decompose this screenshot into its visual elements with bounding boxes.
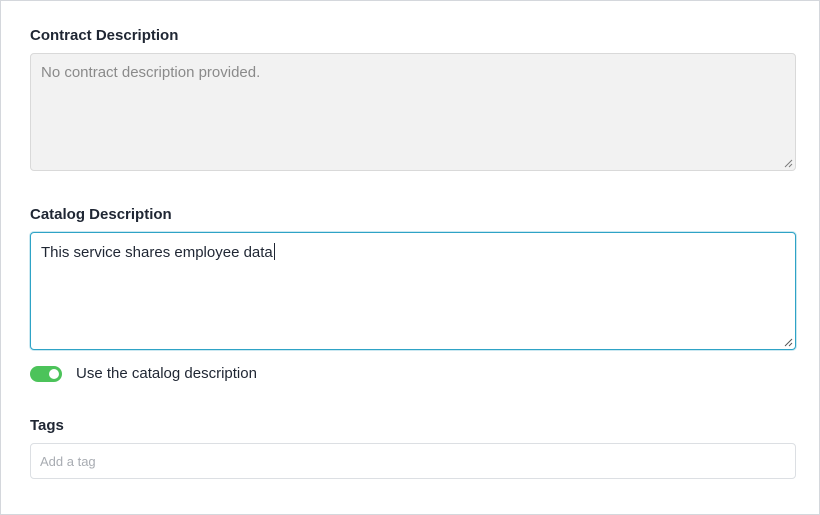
use-catalog-description-toggle[interactable] (30, 365, 62, 382)
contract-description-label: Contract Description (30, 27, 179, 44)
catalog-description-textarea[interactable]: This service shares employee data (30, 232, 796, 350)
catalog-description-label: Catalog Description (30, 206, 172, 223)
contract-description-textarea: No contract description provided. (30, 53, 796, 171)
use-catalog-description-row: Use the catalog description (30, 365, 257, 382)
resize-grip-icon[interactable] (784, 338, 793, 347)
tags-label: Tags (30, 417, 64, 434)
toggle-knob (49, 368, 59, 379)
catalog-description-text: This service shares employee data (41, 244, 273, 261)
resize-grip-icon (784, 159, 793, 168)
use-catalog-description-label: Use the catalog description (76, 365, 257, 382)
contract-description-text: No contract description provided. (41, 64, 261, 81)
add-tag-input[interactable] (30, 443, 796, 479)
text-caret (273, 243, 275, 260)
description-panel: Contract Description No contract descrip… (0, 0, 820, 515)
